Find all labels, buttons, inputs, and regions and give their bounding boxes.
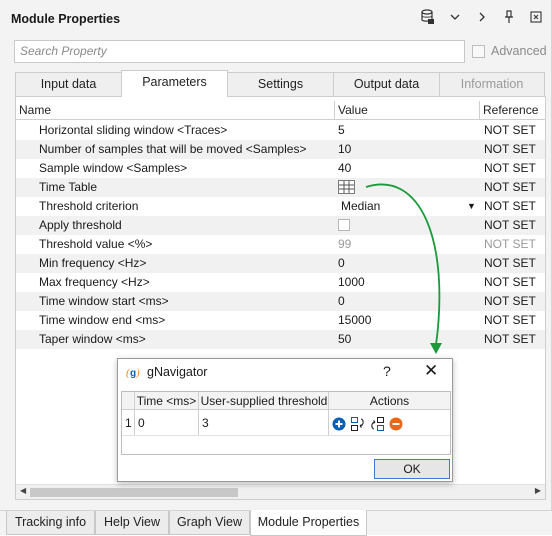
annotation-arrow xyxy=(365,183,442,354)
